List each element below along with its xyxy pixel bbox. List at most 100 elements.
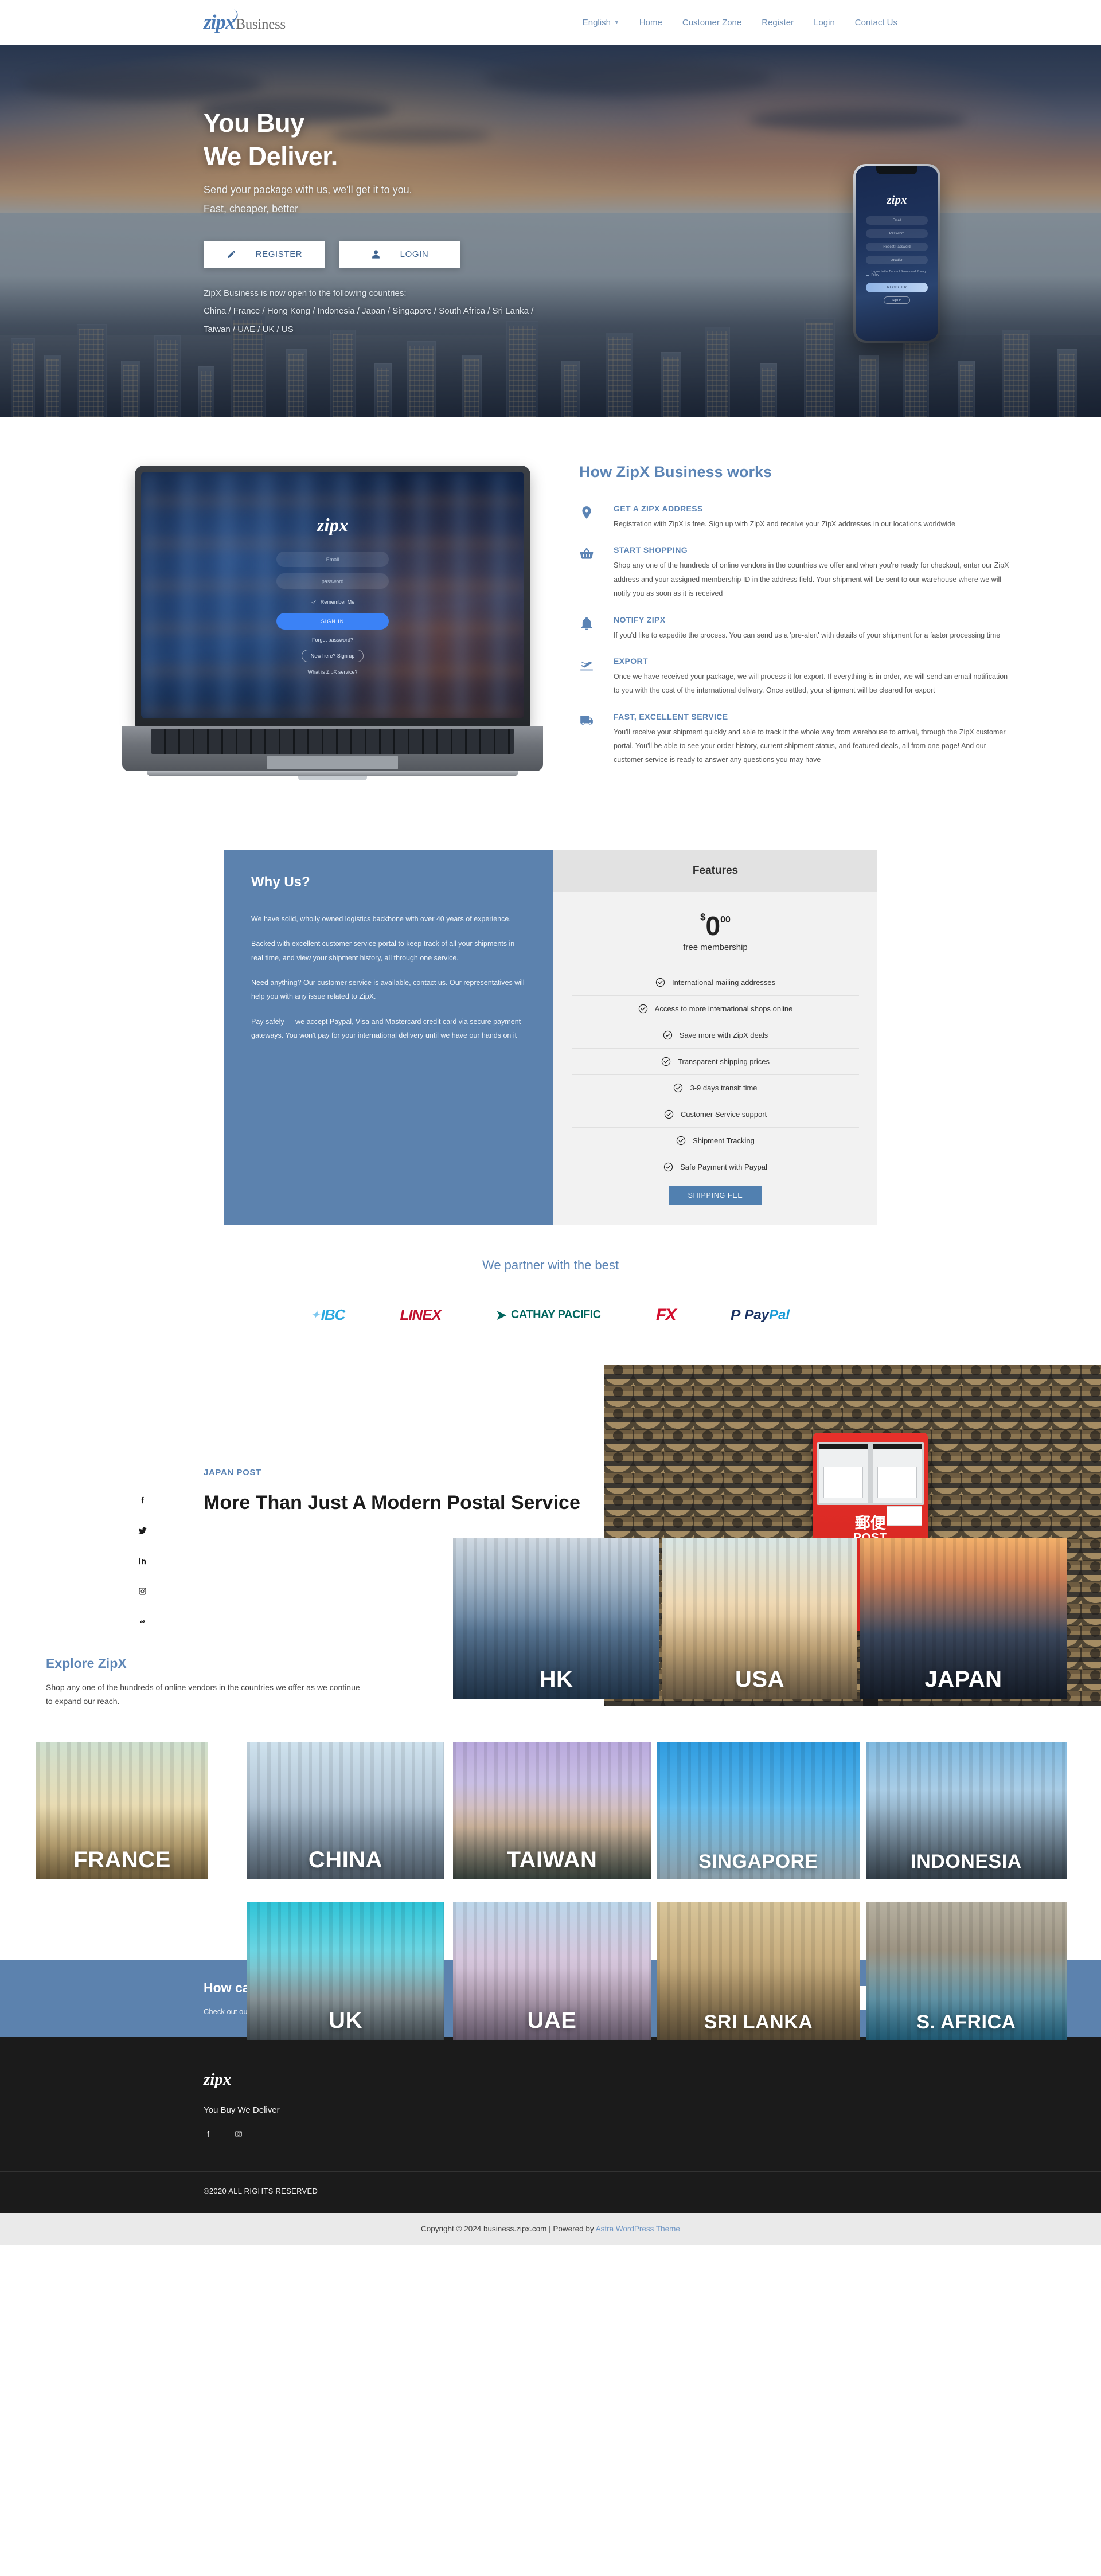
laptop-forgot-password-link: Forgot password? <box>311 637 354 643</box>
chevron-down-icon: ▼ <box>614 19 619 25</box>
feature-label: Safe Payment with Paypal <box>680 1162 767 1171</box>
copyright-bar: Copyright © 2024 business.zipx.com | Pow… <box>0 2212 1101 2245</box>
country-tile-label: S. AFRICA <box>916 2011 1016 2033</box>
footer-rights: ©2020 ALL RIGHTS RESERVED <box>204 2186 318 2195</box>
zipx-wordmark: zipx <box>204 6 241 32</box>
nav-item-language[interactable]: English ▼ <box>583 18 619 28</box>
site-footer: zipx You Buy We Deliver ©2020 ALL RIGHTS… <box>0 2036 1101 2213</box>
japan-post-section: 郵便 POST JAPAN POST More Than Just A Mode… <box>0 1364 1101 1706</box>
facebook-icon[interactable] <box>138 1495 147 1508</box>
instagram-icon[interactable] <box>234 2129 243 2141</box>
country-tile-label: FRANCE <box>73 1847 171 1873</box>
shipping-fee-button[interactable]: SHIPPING FEE <box>668 1185 763 1205</box>
nav-item-register[interactable]: Register <box>762 18 794 28</box>
how-it-works-column: How ZipX Business works GET A ZIPX ADDRE… <box>579 459 1015 781</box>
fx-logo[interactable]: FX <box>656 1303 677 1328</box>
nav-item-contact-us[interactable]: Contact Us <box>855 18 897 28</box>
site-header: zipx Business English ▼ Home Customer Zo… <box>0 0 1101 45</box>
hero-register-button[interactable]: REGISTER <box>204 240 325 268</box>
feature-item: 3-9 days transit time <box>572 1075 859 1101</box>
features-title: Features <box>553 850 877 892</box>
country-tile-china[interactable]: CHINA <box>247 1741 444 1879</box>
primary-navigation: English ▼ Home Customer Zone Register Lo… <box>583 18 897 28</box>
phone-email-field: Email <box>866 216 928 225</box>
country-tile-indonesia[interactable]: INDONESIA <box>866 1741 1067 1879</box>
features-list: International mailing addresses Access t… <box>553 957 877 1180</box>
country-tile-label: SRI LANKA <box>704 2011 813 2033</box>
phone-password-field: Password <box>866 229 928 238</box>
paypal-logo[interactable]: P PayPal <box>731 1303 790 1328</box>
check-circle-icon <box>663 1030 673 1040</box>
facebook-icon[interactable] <box>204 2129 213 2141</box>
feature-item: Transparent shipping prices <box>572 1049 859 1075</box>
hero-countries: ZipX Business is now open to the followi… <box>204 284 897 339</box>
how-step-heading: EXPORT <box>614 656 648 666</box>
feature-item: Customer Service support <box>572 1101 859 1128</box>
check-circle-icon <box>638 1004 648 1014</box>
phone-screen: zipx Email Password Repeat Password Loca… <box>856 166 938 341</box>
country-tile-label: SINGAPORE <box>698 1850 818 1873</box>
partners-section: We partner with the best ✦ IBC LINEX ➤ CAT… <box>0 1225 1101 1365</box>
check-circle-icon <box>664 1109 674 1119</box>
why-us-panel: Why Us? We have solid, wholly owned logi… <box>224 850 553 1225</box>
laptop-mockup: zipx Email password Remember Me SIGN IN … <box>122 466 543 780</box>
price-caption: free membership <box>683 942 748 952</box>
twitter-icon[interactable] <box>138 1526 147 1538</box>
feature-item: Shipment Tracking <box>572 1128 859 1154</box>
business-wordmark: Business <box>236 17 286 32</box>
phone-notch <box>876 166 918 174</box>
partners-logo-row: ✦ IBC LINEX ➤ CATHAY PACIFIC FX P PayPal <box>0 1303 1101 1328</box>
explore-copy: Explore ZipX Shop any one of the hundred… <box>46 1656 367 1709</box>
how-step-notify-zipx: NOTIFY ZIPX If you'd like to expedite th… <box>579 615 1015 642</box>
footer-zipx-logo[interactable]: zipx <box>204 2070 231 2089</box>
why-us-paragraph: Need anything? Our customer service is a… <box>251 978 525 1001</box>
why-us-paragraph: Pay safely — we accept Paypal, Visa and … <box>251 1017 521 1039</box>
why-us-features-panels: Why Us? We have solid, wholly owned logi… <box>224 850 877 1225</box>
laptop-foot <box>146 771 519 776</box>
country-tile-singapore[interactable]: SINGAPORE <box>657 1741 860 1879</box>
copyright-text: Copyright © 2024 business.zipx.com | Pow… <box>421 2224 596 2233</box>
shopping-basket-icon <box>579 545 614 600</box>
astra-theme-link[interactable]: Astra WordPress Theme <box>596 2225 680 2233</box>
japan-post-text: JAPAN POST More Than Just A Modern Posta… <box>138 1365 897 1623</box>
how-step-body: Registration with ZipX is free. Sign up … <box>614 520 956 528</box>
country-tile-sri-lanka[interactable]: SRI LANKA <box>657 1902 860 2040</box>
country-tile-usa[interactable]: USA <box>662 1538 857 1699</box>
country-tile-label: INDONESIA <box>911 1850 1022 1873</box>
delivery-truck-icon <box>579 712 614 767</box>
country-tile-uae[interactable]: UAE <box>453 1902 651 2040</box>
page-root: zipx Business English ▼ Home Customer Zo… <box>0 0 1101 2245</box>
hero-login-button[interactable]: LOGIN <box>339 240 460 268</box>
how-step-heading: GET A ZIPX ADDRESS <box>614 504 703 513</box>
why-us-title: Why Us? <box>251 874 310 890</box>
country-tile-label: UK <box>329 2007 362 2033</box>
check-circle-icon <box>673 1083 683 1093</box>
nav-item-home[interactable]: Home <box>639 18 662 28</box>
country-tile-label: UAE <box>527 2007 577 2033</box>
laptop-mockup-column: zipx Email password Remember Me SIGN IN … <box>86 459 579 780</box>
footer-social-links <box>204 2129 897 2141</box>
nav-item-customer-zone[interactable]: Customer Zone <box>682 18 741 28</box>
japan-post-headline: More Than Just A Modern Postal Service <box>204 1491 580 1514</box>
price-value: 0 <box>705 910 721 941</box>
cathay-pacific-logo[interactable]: ➤ CATHAY PACIFIC <box>496 1303 601 1328</box>
feature-label: Transparent shipping prices <box>678 1057 770 1066</box>
phone-mockup: zipx Email Password Repeat Password Loca… <box>853 164 940 343</box>
checkbox-icon <box>866 271 870 276</box>
linex-logo[interactable]: LINEX <box>400 1303 442 1328</box>
nav-item-login[interactable]: Login <box>814 18 835 28</box>
laptop-trackpad <box>267 756 398 769</box>
site-logo[interactable]: zipx Business <box>204 6 286 33</box>
phone-repeat-password-field: Repeat Password <box>866 243 928 251</box>
country-tile-france[interactable]: FRANCE <box>36 1741 208 1879</box>
country-tile-s-africa[interactable]: S. AFRICA <box>866 1902 1067 2040</box>
feature-label: 3-9 days transit time <box>690 1083 758 1092</box>
country-tile-uk[interactable]: UK <box>247 1902 444 2040</box>
laptop-email-field: Email <box>276 552 389 567</box>
pencil-icon <box>227 251 235 259</box>
country-tile-hk[interactable]: HK <box>453 1538 659 1699</box>
country-tile-taiwan[interactable]: TAIWAN <box>453 1741 651 1879</box>
feature-item: International mailing addresses <box>572 970 859 996</box>
ibc-logo[interactable]: ✦ IBC <box>310 1303 346 1328</box>
country-tile-japan[interactable]: JAPAN <box>860 1538 1067 1699</box>
